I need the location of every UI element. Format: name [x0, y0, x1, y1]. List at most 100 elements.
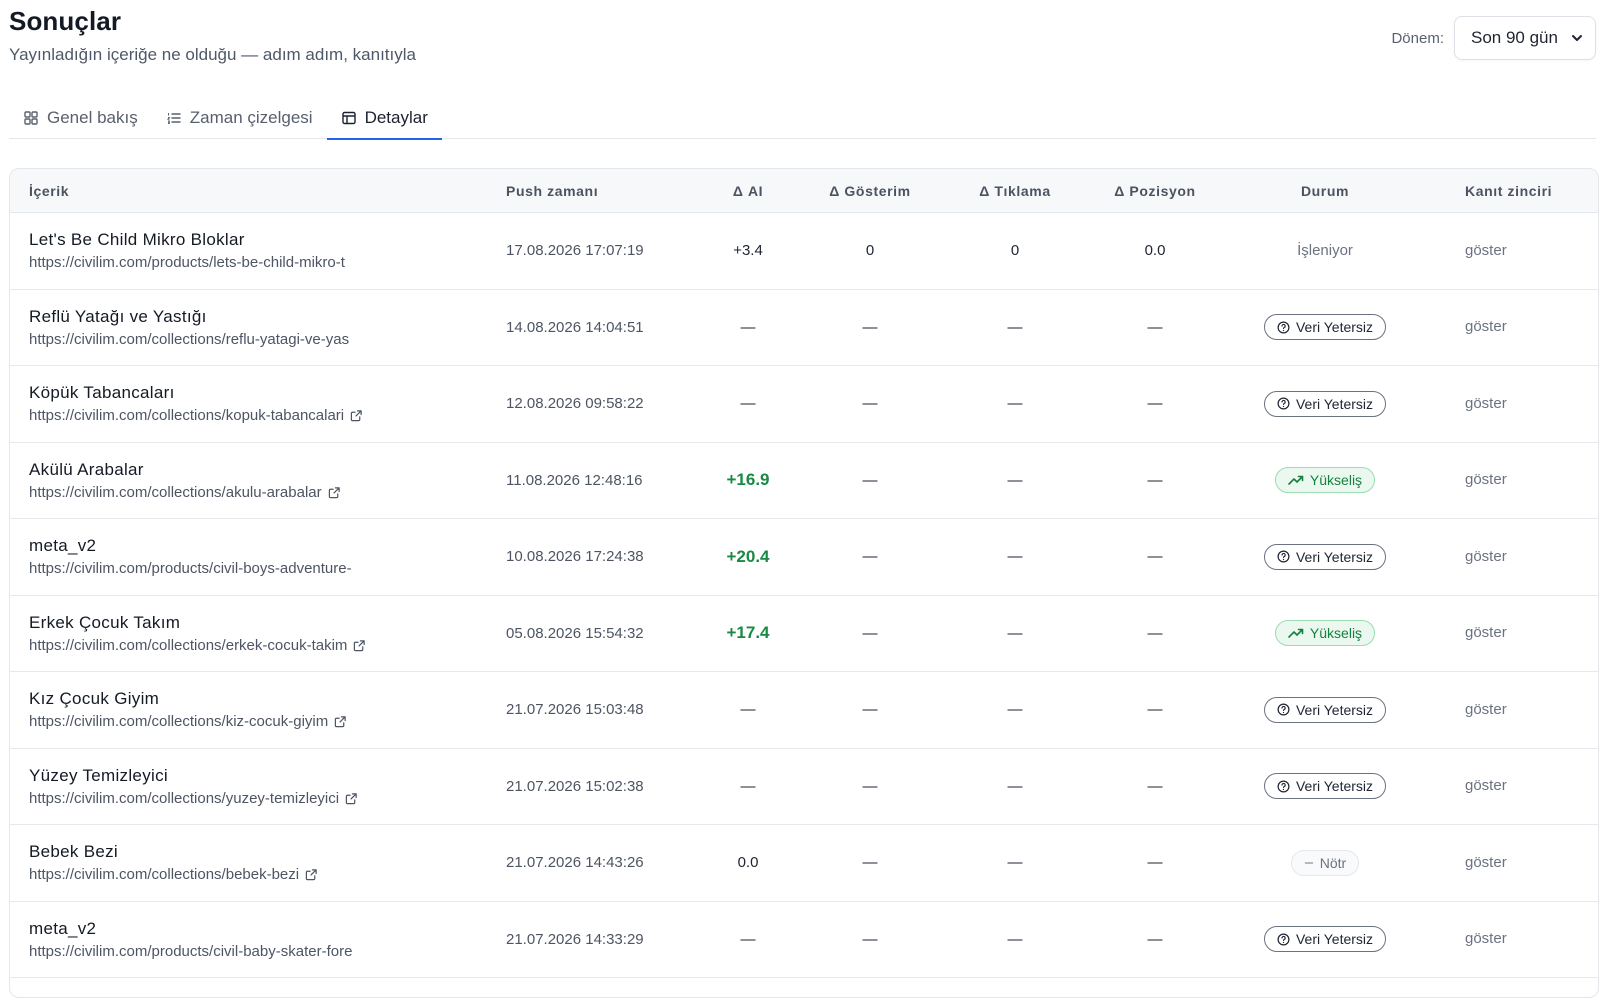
delta-ai: —	[740, 930, 756, 948]
external-link-icon[interactable]	[334, 715, 347, 728]
column-header-position[interactable]: Δ Pozisyon	[1090, 183, 1220, 199]
delta-impressions: —	[862, 701, 878, 719]
content-name: Reflü Yatağı ve Yastığı	[29, 306, 207, 326]
help-circle-icon	[1277, 703, 1290, 716]
external-link-icon[interactable]	[328, 486, 341, 499]
content-url[interactable]: https://civilim.com/collections/kiz-cocu…	[29, 713, 404, 730]
delta-clicks: —	[1007, 471, 1023, 489]
delta-impressions: —	[862, 471, 878, 489]
delta-clicks: —	[1007, 395, 1023, 413]
status-label: Veri Yetersiz	[1295, 319, 1374, 336]
content-url[interactable]: https://civilim.com/collections/kopuk-ta…	[29, 407, 404, 424]
content-cell: Bebek Bezi https://civilim.com/collection…	[10, 842, 506, 883]
status-badge: Veri Yetersiz	[1263, 314, 1387, 341]
content-url-text[interactable]: https://civilim.com/products/civil-boys-…	[29, 560, 352, 577]
proof-show-link[interactable]: göster	[1465, 548, 1507, 565]
minus-icon	[1304, 862, 1313, 864]
content-url[interactable]: https://civilim.com/collections/akulu-ar…	[29, 484, 404, 501]
proof-show-link[interactable]: göster	[1465, 471, 1507, 488]
delta-ai: —	[740, 395, 756, 413]
tab-timeline[interactable]: Zaman çizelgesi	[152, 97, 327, 139]
table-row: Let's Be Child Mikro Bloklar https://civi…	[10, 213, 1598, 290]
tab-details[interactable]: Detaylar	[326, 97, 443, 140]
status-badge: Yükseliş	[1274, 467, 1376, 494]
list-ordered-icon	[166, 113, 181, 124]
proof-show-link[interactable]: göster	[1465, 930, 1507, 947]
content-url-text[interactable]: https://civilim.com/collections/akulu-ar…	[29, 484, 322, 501]
status-badge: Yükseliş	[1274, 620, 1376, 647]
content-name: Köpük Tabancaları	[29, 383, 175, 403]
column-header-clicks[interactable]: Δ Tıklama	[940, 183, 1090, 199]
content-url-text[interactable]: https://civilim.com/products/civil-baby-…	[29, 943, 352, 960]
column-header-content[interactable]: İçerik	[10, 183, 506, 199]
external-link-icon[interactable]	[350, 409, 363, 422]
proof-cell: göster	[1430, 624, 1598, 642]
content-name: Kız Çocuk Giyim	[29, 689, 160, 709]
table-row: Kız Çocuk Giyim https://civilim.com/colle…	[10, 672, 1598, 749]
external-link-icon[interactable]	[353, 639, 366, 652]
table-row: Yüzey Temizleyici https://civilim.com/col…	[10, 749, 1598, 825]
column-header-ai[interactable]: Δ AI	[696, 183, 800, 199]
proof-show-link[interactable]: göster	[1465, 624, 1507, 641]
tab-overview[interactable]: Genel bakış	[9, 97, 152, 139]
content-url[interactable]: https://civilim.com/products/civil-baby-…	[29, 943, 404, 960]
period-select-value: Son 90 gün	[1471, 28, 1558, 47]
push-time: 21.07.2026 14:43:26	[506, 854, 644, 872]
external-link-icon[interactable]	[345, 792, 358, 805]
proof-show-link[interactable]: göster	[1465, 701, 1507, 718]
period-label: Dönem:	[1391, 29, 1444, 47]
delta-position: 0.0	[1144, 242, 1166, 260]
period-select[interactable]: Son 90 gün	[1454, 16, 1596, 60]
content-url[interactable]: https://civilim.com/products/lets-be-chi…	[29, 254, 404, 271]
content-url-text[interactable]: https://civilim.com/collections/reflu-ya…	[29, 331, 349, 348]
column-header-status[interactable]: Durum	[1220, 183, 1430, 199]
content-url[interactable]: https://civilim.com/collections/yuzey-te…	[29, 790, 404, 807]
content-url-text[interactable]: https://civilim.com/products/lets-be-chi…	[29, 254, 345, 271]
table-row: Reflü Yatağı ve Yastığı https://civilim.c…	[10, 290, 1598, 366]
status-cell: Veri Yetersiz	[1220, 696, 1430, 723]
delta-ai: +17.4	[726, 623, 770, 643]
delta-ai: —	[740, 318, 756, 336]
proof-show-link[interactable]: göster	[1465, 854, 1507, 871]
content-url[interactable]: https://civilim.com/collections/bebek-be…	[29, 866, 404, 883]
content-cell: meta_v2 https://civilim.com/products/civi…	[10, 919, 506, 960]
content-url-text[interactable]: https://civilim.com/collections/kiz-cocu…	[29, 713, 328, 730]
proof-show-link[interactable]: göster	[1465, 242, 1507, 259]
status-badge: Veri Yetersiz	[1263, 926, 1387, 953]
page-title: Sonuçlar	[9, 6, 122, 36]
content-url-text[interactable]: https://civilim.com/collections/kopuk-ta…	[29, 407, 344, 424]
content-url[interactable]: https://civilim.com/collections/erkek-co…	[29, 637, 404, 654]
status-badge: Veri Yetersiz	[1263, 696, 1387, 723]
external-link-icon[interactable]	[305, 868, 318, 881]
help-circle-icon	[1277, 321, 1290, 334]
push-time: 05.08.2026 15:54:32	[506, 624, 644, 642]
trending-up-icon	[1288, 475, 1304, 486]
content-cell: Reflü Yatağı ve Yastığı https://civilim.c…	[10, 307, 506, 348]
delta-impressions: —	[862, 318, 878, 336]
content-url-text[interactable]: https://civilim.com/collections/yuzey-te…	[29, 790, 339, 807]
column-header-impressions[interactable]: Δ Gösterim	[800, 183, 940, 199]
content-url-text[interactable]: https://civilim.com/collections/bebek-be…	[29, 866, 299, 883]
status-cell: Veri Yetersiz	[1220, 390, 1430, 417]
table-row: meta_v2 https://civilim.com/products/civi…	[10, 519, 1598, 596]
proof-show-link[interactable]: göster	[1465, 395, 1507, 412]
status-badge: Veri Yetersiz	[1263, 390, 1387, 417]
content-url-text[interactable]: https://civilim.com/collections/erkek-co…	[29, 637, 347, 654]
status-cell: Veri Yetersiz	[1220, 543, 1430, 570]
content-cell: Let's Be Child Mikro Bloklar https://civi…	[10, 230, 506, 271]
content-cell: Yüzey Temizleyici https://civilim.com/col…	[10, 766, 506, 807]
content-url[interactable]: https://civilim.com/products/civil-boys-…	[29, 560, 404, 577]
status-cell: Veri Yetersiz	[1220, 773, 1430, 800]
content-name: Let's Be Child Mikro Bloklar	[29, 230, 245, 250]
proof-cell: göster	[1430, 318, 1598, 336]
delta-impressions: —	[862, 854, 878, 872]
proof-show-link[interactable]: göster	[1465, 318, 1507, 335]
column-header-push[interactable]: Push zamanı	[506, 183, 696, 199]
proof-show-link[interactable]: göster	[1465, 777, 1507, 794]
proof-cell: göster	[1430, 777, 1598, 795]
table-row: Köpük Tabancaları https://civilim.com/col…	[10, 366, 1598, 443]
delta-position: —	[1147, 471, 1163, 489]
proof-cell: göster	[1430, 701, 1598, 719]
period-filter: Dönem: Son 90 gün	[1391, 16, 1596, 60]
content-url[interactable]: https://civilim.com/collections/reflu-ya…	[29, 331, 404, 348]
